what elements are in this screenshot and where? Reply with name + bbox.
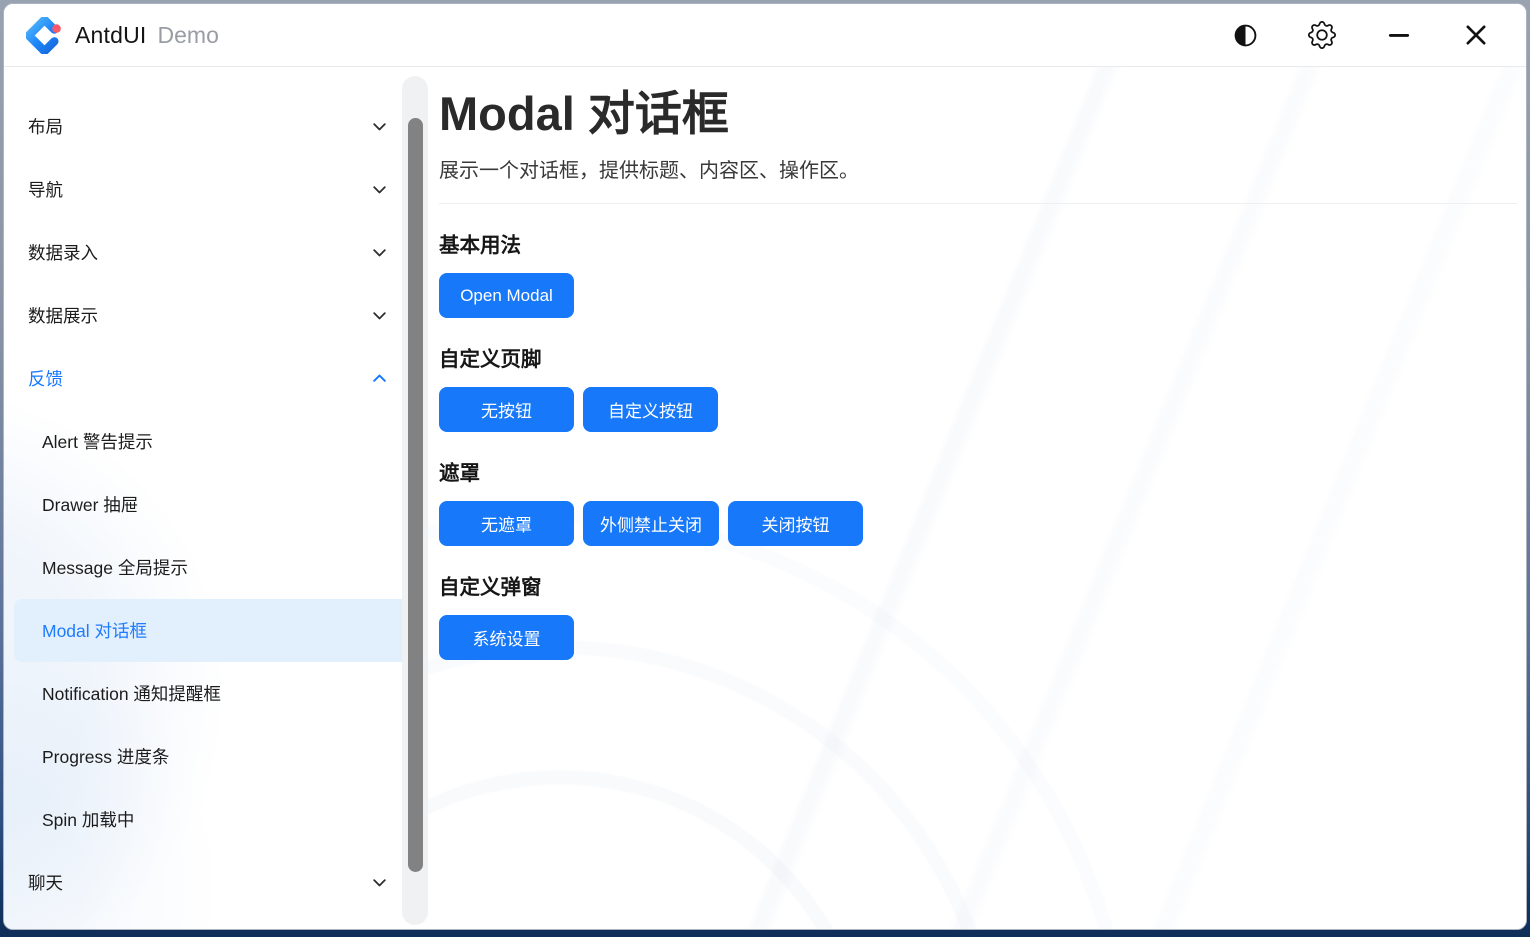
custom-footer-button[interactable]: 自定义按钮	[583, 387, 718, 432]
chevron-down-icon	[371, 874, 388, 891]
theme-contrast-icon	[1232, 22, 1259, 49]
button-row: 无按钮 自定义按钮	[439, 387, 1517, 432]
minimize-button[interactable]	[1383, 19, 1415, 51]
sidebar-item-data-display[interactable]: 数据展示	[4, 284, 428, 347]
sidebar-item-data-entry[interactable]: 数据录入	[4, 221, 428, 284]
sidebar-item-label: 数据展示	[28, 303, 98, 328]
app-title: AntdUI	[75, 22, 147, 49]
sidebar-item-chat[interactable]: 聊天	[4, 851, 428, 914]
app-subtitle: Demo	[158, 22, 219, 49]
page-description: 展示一个对话框，提供标题、内容区、操作区。	[439, 154, 1517, 183]
chevron-down-icon	[371, 244, 388, 261]
section-heading: 自定义弹窗	[439, 570, 1517, 600]
section-mask: 遮罩 无遮罩 外侧禁止关闭 关闭按钮	[439, 456, 1517, 546]
chevron-down-icon	[371, 307, 388, 324]
sidebar-item-drawer[interactable]: Drawer 抽屉	[4, 473, 428, 536]
section-heading: 基本用法	[439, 228, 1517, 258]
sidebar-item-label: 导航	[28, 177, 63, 202]
sidebar-item-label: 反馈	[28, 366, 63, 391]
sidebar-item-label: 聊天	[28, 870, 63, 895]
main-content: Modal 对话框 展示一个对话框，提供标题、内容区、操作区。 基本用法 Ope…	[428, 67, 1526, 930]
gear-icon	[1308, 21, 1336, 49]
sidebar-item-label: Progress 进度条	[42, 744, 169, 769]
sidebar-item-label: 布局	[28, 114, 63, 139]
sidebar-item-label: 数据录入	[28, 240, 98, 265]
theme-toggle-button[interactable]	[1229, 19, 1261, 51]
disable-outside-close-button[interactable]: 外侧禁止关闭	[583, 501, 719, 546]
titlebar[interactable]: AntdUI Demo	[4, 4, 1526, 67]
sidebar-scrollbar[interactable]	[402, 76, 428, 925]
sidebar-item-modal[interactable]: Modal 对话框	[14, 599, 419, 662]
sidebar-item-alert[interactable]: Alert 警告提示	[4, 410, 428, 473]
section-divider	[439, 203, 1517, 204]
sidebar-item-label: Modal 对话框	[42, 618, 147, 643]
titlebar-actions	[1229, 19, 1506, 51]
content-area: 布局 导航 数据录入 数据展示	[4, 67, 1526, 930]
section-custom-footer: 自定义页脚 无按钮 自定义按钮	[439, 342, 1517, 432]
sidebar-item-progress[interactable]: Progress 进度条	[4, 725, 428, 788]
sidebar-item-feedback[interactable]: 反馈	[4, 347, 428, 410]
section-heading: 遮罩	[439, 456, 1517, 486]
sidebar: 布局 导航 数据录入 数据展示	[4, 67, 428, 930]
app-logo-icon	[26, 17, 63, 54]
section-basic-usage: 基本用法 Open Modal	[439, 228, 1517, 318]
no-mask-button[interactable]: 无遮罩	[439, 501, 574, 546]
chevron-up-icon	[371, 370, 388, 387]
scrollbar-thumb[interactable]	[408, 118, 423, 872]
sidebar-item-layout[interactable]: 布局	[4, 95, 428, 158]
sidebar-item-label: Message 全局提示	[42, 555, 188, 580]
chevron-down-icon	[371, 181, 388, 198]
sidebar-item-spin[interactable]: Spin 加载中	[4, 788, 428, 851]
minimize-icon	[1386, 22, 1412, 48]
section-heading: 自定义页脚	[439, 342, 1517, 372]
close-btn-demo-button[interactable]: 关闭按钮	[728, 501, 863, 546]
app-window: AntdUI Demo	[3, 3, 1527, 930]
button-row: 无遮罩 外侧禁止关闭 关闭按钮	[439, 501, 1517, 546]
system-settings-button[interactable]: 系统设置	[439, 615, 574, 660]
sidebar-item-label: Drawer 抽屉	[42, 492, 138, 517]
section-custom-dialog: 自定义弹窗 系统设置	[439, 570, 1517, 660]
sidebar-item-label: Spin 加载中	[42, 807, 134, 832]
sidebar-item-label: Alert 警告提示	[42, 429, 153, 454]
button-row: 系统设置	[439, 615, 1517, 660]
sidebar-item-label: Notification 通知提醒框	[42, 681, 221, 706]
settings-button[interactable]	[1306, 19, 1338, 51]
no-footer-button[interactable]: 无按钮	[439, 387, 574, 432]
close-button[interactable]	[1460, 19, 1492, 51]
sidebar-item-navigation[interactable]: 导航	[4, 158, 428, 221]
sidebar-item-notification[interactable]: Notification 通知提醒框	[4, 662, 428, 725]
close-icon	[1462, 21, 1490, 49]
sidebar-item-message[interactable]: Message 全局提示	[4, 536, 428, 599]
open-modal-button[interactable]: Open Modal	[439, 273, 574, 318]
button-row: Open Modal	[439, 273, 1517, 318]
chevron-down-icon	[371, 118, 388, 135]
page-title: Modal 对话框	[439, 87, 1517, 141]
